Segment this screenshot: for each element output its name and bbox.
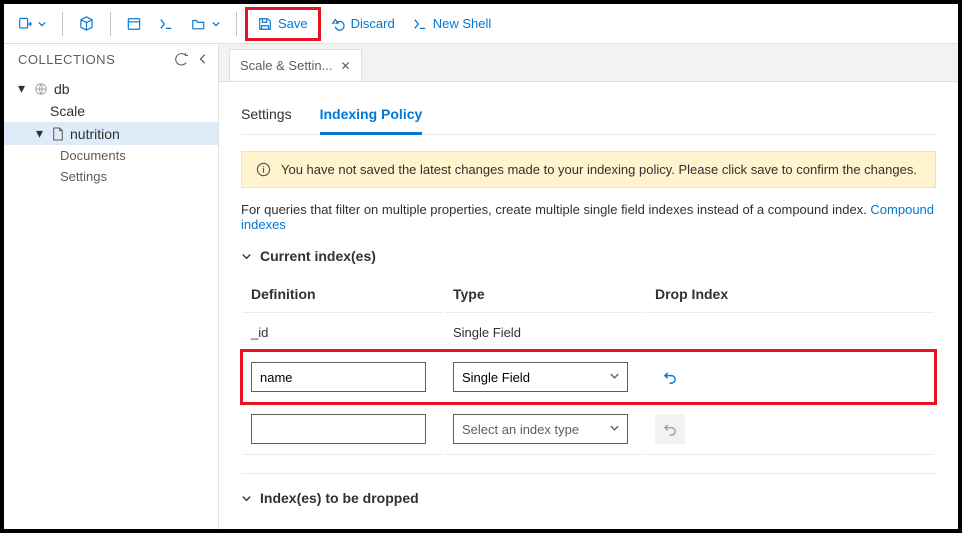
tree-scale[interactable]: Scale — [4, 100, 218, 122]
undo-icon — [331, 17, 345, 31]
panel-icon — [127, 17, 141, 31]
hint-text: For queries that filter on multiple prop… — [241, 202, 870, 217]
main: Scale & Settin... ✕ Settings Indexing Po… — [219, 44, 958, 529]
tab-scale-settings[interactable]: Scale & Settin... ✕ — [229, 49, 362, 81]
sidebar: COLLECTIONS ▾ db Scale ▾ nutr — [4, 44, 219, 529]
save-highlight: Save — [245, 7, 321, 41]
documents-label: Documents — [60, 148, 126, 163]
db-label: db — [54, 81, 70, 97]
index-table: Definition Type Drop Index _id Single Fi… — [241, 274, 936, 457]
index-row-new: Select an index type — [243, 404, 934, 455]
tree-collection[interactable]: ▾ nutrition — [4, 122, 218, 145]
definition-input[interactable] — [251, 414, 426, 444]
new-shell-label: New Shell — [433, 16, 492, 31]
sidebar-header: COLLECTIONS — [4, 44, 218, 75]
undo-icon — [663, 422, 678, 437]
undo-row-button-disabled — [655, 414, 685, 444]
save-button[interactable]: Save — [250, 9, 316, 39]
settings-label: Settings — [60, 169, 107, 184]
chevron-down-icon — [241, 251, 252, 262]
tree: ▾ db Scale ▾ nutrition Documents Setting… — [4, 75, 218, 529]
tree-settings[interactable]: Settings — [4, 166, 218, 187]
info-icon — [256, 162, 271, 177]
open-button[interactable] — [183, 9, 228, 39]
col-type: Type — [445, 276, 645, 313]
collection-label: nutrition — [70, 126, 120, 142]
scale-label: Scale — [50, 103, 85, 119]
section-dropped-indexes[interactable]: Index(es) to be dropped — [241, 490, 936, 506]
chevron-down-icon — [212, 20, 220, 28]
cell-type: Single Field — [445, 315, 645, 350]
separator — [62, 12, 63, 36]
subtab-indexing-policy[interactable]: Indexing Policy — [320, 100, 423, 135]
index-row-name: Single Field — [243, 352, 934, 402]
save-label: Save — [278, 16, 308, 31]
subtab-settings[interactable]: Settings — [241, 100, 292, 134]
chevron-left-icon[interactable] — [198, 53, 208, 65]
separator — [236, 12, 237, 36]
prompt-icon — [159, 17, 173, 31]
close-icon[interactable]: ✕ — [341, 59, 351, 73]
doc-icon — [52, 127, 64, 141]
col-drop: Drop Index — [647, 276, 934, 313]
panel-button[interactable] — [119, 9, 149, 39]
undo-row-button[interactable] — [655, 362, 685, 392]
cube-icon — [79, 16, 94, 31]
index-row-id: _id Single Field — [243, 315, 934, 350]
tab-label: Scale & Settin... — [240, 58, 333, 73]
section-dropped-label: Index(es) to be dropped — [260, 490, 419, 506]
refresh-icon[interactable] — [175, 53, 188, 66]
separator — [110, 12, 111, 36]
col-definition: Definition — [243, 276, 443, 313]
section-current-indexes[interactable]: Current index(es) — [241, 248, 936, 264]
chevron-down-icon — [38, 20, 46, 28]
new-shell-button[interactable]: New Shell — [405, 9, 500, 39]
discard-label: Discard — [351, 16, 395, 31]
new-doc-icon — [18, 17, 32, 31]
caret-down-icon: ▾ — [36, 125, 46, 142]
folder-open-icon — [191, 17, 206, 31]
sidebar-title: COLLECTIONS — [18, 52, 115, 67]
toolbar: Save Discard New Shell — [4, 4, 958, 44]
type-select[interactable]: Select an index type — [453, 414, 628, 444]
cube-button[interactable] — [71, 9, 102, 39]
chevron-down-icon — [241, 493, 252, 504]
new-collection-button[interactable] — [10, 9, 54, 39]
hint: For queries that filter on multiple prop… — [241, 202, 936, 232]
caret-down-icon: ▾ — [18, 80, 28, 97]
tree-db[interactable]: ▾ db — [4, 77, 218, 100]
tree-documents[interactable]: Documents — [4, 145, 218, 166]
cell-def: _id — [243, 315, 443, 350]
type-select[interactable]: Single Field — [453, 362, 628, 392]
globe-icon — [34, 82, 48, 96]
definition-input[interactable] — [251, 362, 426, 392]
save-icon — [258, 17, 272, 31]
shell-button[interactable] — [151, 9, 181, 39]
divider — [241, 473, 936, 474]
undo-icon — [663, 370, 678, 385]
unsaved-banner: You have not saved the latest changes ma… — [241, 151, 936, 188]
content: Settings Indexing Policy You have not sa… — [219, 82, 958, 529]
subtabs: Settings Indexing Policy — [241, 100, 936, 135]
discard-button[interactable]: Discard — [323, 9, 403, 39]
tab-strip: Scale & Settin... ✕ — [219, 44, 958, 82]
banner-text: You have not saved the latest changes ma… — [281, 162, 917, 177]
prompt-icon — [413, 17, 427, 31]
section-current-label: Current index(es) — [260, 248, 376, 264]
